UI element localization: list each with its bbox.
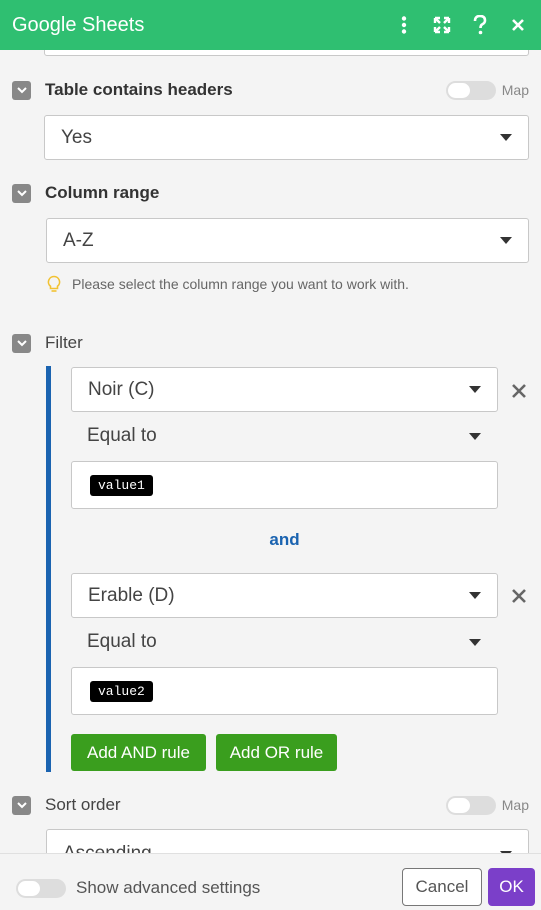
rule-2-column-value: Erable (D) — [88, 584, 175, 606]
sort-order-row: Sort order Map — [12, 795, 529, 815]
table-headers-row: Table contains headers Map — [12, 80, 529, 100]
ok-button[interactable]: OK — [488, 868, 535, 906]
caret-down-icon — [469, 592, 481, 599]
map-label: Map — [501, 797, 529, 813]
caret-down-icon — [500, 134, 512, 141]
advanced-settings-label: Show advanced settings — [76, 878, 261, 897]
column-range-hint: Please select the column range you want … — [46, 275, 409, 293]
remove-rule-2-icon[interactable] — [510, 587, 528, 605]
rule-joiner-label: and — [269, 530, 300, 549]
hint-text: Please select the column range you want … — [72, 276, 409, 292]
map-label: Map — [501, 82, 529, 98]
caret-down-icon — [469, 638, 481, 646]
chevron-down-icon — [16, 189, 27, 196]
caret-down-icon — [469, 386, 481, 393]
lightbulb-icon — [47, 275, 61, 292]
expand-icon[interactable] — [431, 14, 453, 36]
table-headers-label: Table contains headers — [45, 80, 233, 99]
rule-2-value-input[interactable]: value2 — [71, 667, 498, 715]
cancel-button[interactable]: Cancel — [402, 868, 482, 906]
advanced-settings-toggle[interactable]: Show advanced settings — [16, 878, 260, 898]
filter-group-bar — [46, 366, 51, 772]
dialog-title: Google Sheets — [12, 13, 145, 36]
rule-1-column-value: Noir (C) — [88, 378, 155, 400]
collapse-column-range-button[interactable] — [12, 183, 31, 203]
chevron-down-icon — [16, 339, 27, 346]
chevron-down-icon — [16, 86, 27, 93]
column-range-row: Column range — [12, 183, 529, 203]
remove-rule-1-icon[interactable] — [510, 382, 528, 400]
table-headers-select[interactable]: Yes — [44, 115, 529, 160]
rule-1-value-input[interactable]: value1 — [71, 461, 498, 509]
caret-down-icon — [469, 432, 481, 440]
collapse-table-headers-button[interactable] — [12, 80, 31, 100]
close-icon[interactable] — [507, 14, 529, 36]
sort-order-map-toggle[interactable]: Map — [445, 795, 529, 815]
advanced-settings-switch[interactable] — [16, 878, 66, 898]
help-icon[interactable] — [469, 14, 491, 36]
form-scroll-area[interactable]: Table contains headers Map Yes Column ra… — [0, 50, 541, 853]
filter-row: Filter — [12, 333, 529, 353]
dialog-header: Google Sheets — [0, 0, 541, 50]
dialog-footer: Show advanced settings Cancel OK — [0, 853, 541, 910]
chevron-down-icon — [16, 801, 27, 808]
table-headers-map-toggle[interactable]: Map — [445, 80, 529, 100]
caret-down-icon — [500, 237, 512, 244]
rule-2-operator-select[interactable]: Equal to — [71, 622, 497, 662]
rule-1-operator-value: Equal to — [87, 425, 157, 446]
sort-order-select[interactable]: Ascending — [46, 829, 529, 853]
add-or-rule-button[interactable]: Add OR rule — [216, 734, 337, 771]
map-switch[interactable] — [445, 795, 496, 815]
rule-1-value-pill[interactable]: value1 — [90, 474, 153, 496]
column-range-value: A-Z — [63, 229, 94, 251]
sort-order-value: Ascending — [63, 843, 500, 853]
rule-2-operator-value: Equal to — [87, 631, 157, 652]
sort-order-label: Sort order — [45, 795, 121, 814]
kebab-menu-icon[interactable] — [393, 14, 415, 36]
collapse-sort-order-button[interactable] — [12, 795, 31, 815]
rule-1-column-select[interactable]: Noir (C) — [71, 367, 498, 412]
previous-field-input[interactable] — [44, 50, 529, 56]
filter-label: Filter — [45, 333, 83, 352]
column-range-label: Column range — [45, 183, 160, 202]
column-range-select[interactable]: A-Z — [46, 218, 529, 263]
rule-2-column-select[interactable]: Erable (D) — [71, 573, 498, 618]
rule-1-operator-select[interactable]: Equal to — [71, 416, 497, 456]
rule-2-value-pill[interactable]: value2 — [90, 680, 153, 702]
table-headers-value: Yes — [61, 126, 92, 148]
add-and-rule-button[interactable]: Add AND rule — [71, 734, 206, 771]
collapse-filter-button[interactable] — [12, 333, 31, 353]
map-switch[interactable] — [445, 80, 496, 100]
